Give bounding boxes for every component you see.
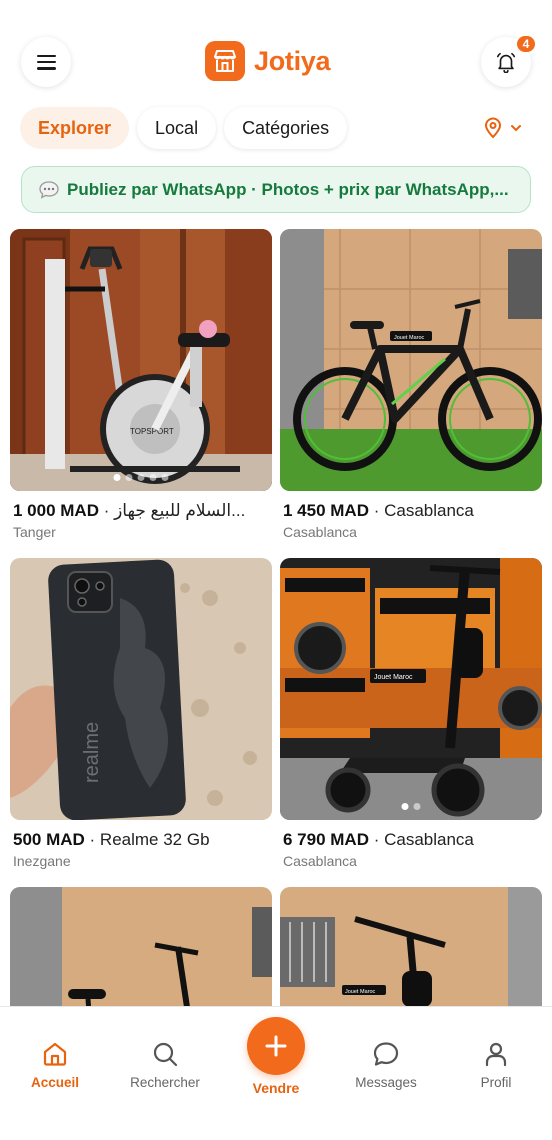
photo-sticker: Jouet Maroc <box>345 989 376 995</box>
listing-city: Inezgane <box>13 853 71 869</box>
listing-card[interactable]: Jouet Maroc 1 450 MAD · Casablanca Casab… <box>280 229 542 540</box>
banner-text: Publiez par WhatsApp · Photos + prix par… <box>67 179 509 199</box>
photo-indicator <box>401 803 421 810</box>
sell-button[interactable] <box>247 1017 305 1075</box>
listing-title: Casablanca <box>384 830 474 849</box>
home-icon <box>43 1042 67 1066</box>
app-header: Jotiya 4 <box>0 34 552 90</box>
listing-city: Tanger <box>13 524 56 540</box>
storefront-logo-icon <box>205 41 245 81</box>
listing-summary: 1 000 MAD · السلام للبيع جهاز... <box>13 501 246 520</box>
map-pin-icon <box>484 117 502 139</box>
plus-icon <box>265 1035 287 1057</box>
listing-card[interactable]: TOPSPORT 1 000 MAD · السلام للبيع جهاز..… <box>10 229 272 540</box>
photo-indicator <box>113 474 169 481</box>
listing-price: 6 790 MAD <box>283 830 369 849</box>
listing-title: Casablanca <box>384 501 474 520</box>
whatsapp-publish-banner[interactable]: Publiez par WhatsApp · Photos + prix par… <box>21 166 531 213</box>
listing-summary: 500 MAD · Realme 32 Gb <box>13 830 210 849</box>
nav-messages[interactable]: Messages <box>336 1039 436 1090</box>
listing-price: 500 MAD <box>13 830 85 849</box>
nav-messages-label: Messages <box>355 1075 417 1090</box>
listing-title: Realme 32 Gb <box>99 830 210 849</box>
listing-price: 1 000 MAD <box>13 501 99 520</box>
notification-count-badge: 4 <box>515 34 537 54</box>
brand-name: Jotiya <box>254 45 331 76</box>
listing-card[interactable]: realme 500 MAD · Realme 32 Gb Inezgane <box>10 558 272 869</box>
nav-profile-label: Profil <box>480 1075 512 1090</box>
photo-sticker: Jouet Maroc <box>374 674 413 681</box>
listing-photo[interactable]: Jouet Maroc <box>280 229 542 491</box>
search-icon <box>153 1042 178 1067</box>
hamburger-menu-icon <box>36 54 56 70</box>
sell-label[interactable]: Vendre <box>226 1080 326 1096</box>
listing-title: السلام للبيع جهاز... <box>114 501 246 520</box>
tab-local[interactable]: Local <box>137 107 217 149</box>
chevron-down-icon <box>511 125 521 132</box>
listing-photo[interactable]: TOPSPORT <box>10 229 272 491</box>
listing-price: 1 450 MAD <box>283 501 369 520</box>
feed-tabs: Explorer Local Catégories <box>20 107 348 151</box>
person-icon <box>485 1042 507 1067</box>
nav-search[interactable]: Rechercher <box>115 1039 215 1090</box>
tab-explorer[interactable]: Explorer <box>20 107 130 149</box>
nav-home[interactable]: Accueil <box>5 1039 105 1090</box>
listing-city: Casablanca <box>283 524 357 540</box>
svg-text:realme: realme <box>81 722 103 783</box>
chat-bubble-icon <box>373 1042 399 1066</box>
notifications-button[interactable]: 4 <box>481 34 537 87</box>
listing-summary: 1 450 MAD · Casablanca <box>283 501 474 520</box>
photo-sticker: Jouet Maroc <box>394 335 425 341</box>
menu-button[interactable] <box>21 37 71 87</box>
bottom-navigation: Accueil Rechercher Vendre Messages Profi… <box>0 1006 552 1140</box>
listing-summary: 6 790 MAD · Casablanca <box>283 830 474 849</box>
bell-icon <box>496 52 516 73</box>
nav-profile[interactable]: Profil <box>446 1039 546 1090</box>
nav-home-label: Accueil <box>30 1075 80 1090</box>
svg-text:TOPSPORT: TOPSPORT <box>130 427 174 436</box>
listing-photo[interactable]: Jouet Maroc <box>280 558 542 820</box>
listing-photo[interactable]: realme <box>10 558 272 820</box>
tab-categories[interactable]: Catégories <box>224 107 348 149</box>
nav-search-label: Rechercher <box>130 1075 200 1090</box>
listing-city: Casablanca <box>283 853 357 869</box>
speech-bubble-icon <box>39 180 59 199</box>
brand: Jotiya <box>205 40 331 82</box>
listing-card[interactable]: Jouet Maroc 6 790 MAD · Casablanca Casab… <box>280 558 542 869</box>
location-selector[interactable] <box>484 114 522 142</box>
